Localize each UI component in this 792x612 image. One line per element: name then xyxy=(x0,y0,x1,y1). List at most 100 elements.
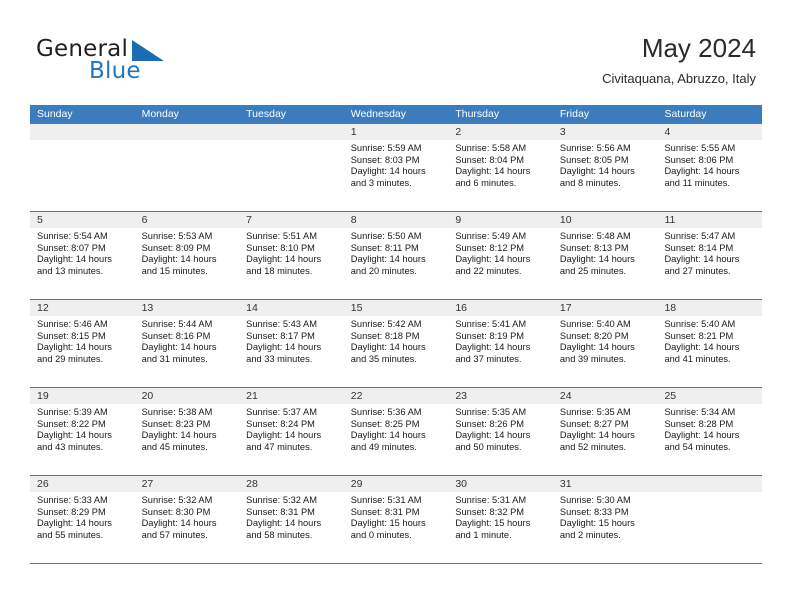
week-row: 26 Sunrise: 5:33 AM Sunset: 8:29 PM Dayligh… xyxy=(30,476,763,564)
day-number: 5 xyxy=(30,212,135,228)
day-cell[interactable]: 28 Sunrise: 5:32 AM Sunset: 8:31 PM Dayligh… xyxy=(239,476,344,563)
calendar-page: General Blue May 2024 Civitaquana, Abruz… xyxy=(0,0,792,612)
sunrise-text: Sunrise: 5:30 AM xyxy=(559,495,631,505)
day-number xyxy=(657,476,763,492)
daylight-text-line2: and 0 minutes. xyxy=(350,529,412,540)
sunset-text: Sunset: 8:05 PM xyxy=(559,154,629,165)
day-cell[interactable]: 1 Sunrise: 5:59 AM Sunset: 8:03 PM Daylight… xyxy=(343,124,449,211)
day-details: Sunrise: 5:58 AM Sunset: 8:04 PM Daylight:… xyxy=(448,140,553,189)
sunrise-text: Sunrise: 5:34 AM xyxy=(664,407,736,417)
day-number: 15 xyxy=(343,300,449,316)
sunset-text: Sunset: 8:33 PM xyxy=(559,506,629,517)
dow-header-monday: Monday xyxy=(141,108,179,120)
day-cell[interactable]: 24 Sunrise: 5:35 AM Sunset: 8:27 PM Dayligh… xyxy=(552,388,658,475)
day-cell[interactable]: 21 Sunrise: 5:37 AM Sunset: 8:24 PM Dayligh… xyxy=(239,388,344,475)
day-cell[interactable]: 30 Sunrise: 5:31 AM Sunset: 8:32 PM Dayligh… xyxy=(448,476,553,563)
daylight-text-line1: Daylight: 14 hours xyxy=(37,342,112,353)
sunset-text: Sunset: 8:22 PM xyxy=(37,418,106,429)
sunset-text: Sunset: 8:10 PM xyxy=(246,242,315,253)
daylight-text-line2: and 49 minutes. xyxy=(350,441,417,452)
day-cell[interactable]: 27 Sunrise: 5:32 AM Sunset: 8:30 PM Dayligh… xyxy=(134,476,240,563)
sunset-text: Sunset: 8:30 PM xyxy=(141,506,211,517)
daylight-text-line2: and 57 minutes. xyxy=(141,529,208,540)
day-cell[interactable]: 4 Sunrise: 5:55 AM Sunset: 8:06 PM Daylight… xyxy=(657,124,763,211)
day-cell[interactable]: 13 Sunrise: 5:44 AM Sunset: 8:16 PM Dayligh… xyxy=(134,300,240,387)
sunrise-text: Sunrise: 5:44 AM xyxy=(141,319,213,329)
sunrise-text: Sunrise: 5:40 AM xyxy=(664,319,736,329)
daylight-text-line2: and 54 minutes. xyxy=(664,441,731,452)
daylight-text-line2: and 29 minutes. xyxy=(37,353,104,364)
day-number: 23 xyxy=(448,388,553,404)
day-number: 17 xyxy=(552,300,658,316)
day-cell[interactable]: 3 Sunrise: 5:56 AM Sunset: 8:05 PM Daylight… xyxy=(552,124,658,211)
day-details: Sunrise: 5:49 AM Sunset: 8:12 PM Daylight:… xyxy=(448,228,553,277)
daylight-text-line2: and 15 minutes. xyxy=(141,265,208,276)
day-number: 6 xyxy=(134,212,240,228)
sunset-text: Sunset: 8:31 PM xyxy=(350,506,420,517)
day-number: 9 xyxy=(448,212,553,228)
day-cell[interactable]: 16 Sunrise: 5:41 AM Sunset: 8:19 PM Dayligh… xyxy=(448,300,553,387)
sunset-text: Sunset: 8:28 PM xyxy=(664,418,734,429)
day-cell[interactable]: 26 Sunrise: 5:33 AM Sunset: 8:29 PM Dayligh… xyxy=(30,476,135,563)
day-number: 19 xyxy=(30,388,135,404)
day-cell[interactable]: 23 Sunrise: 5:35 AM Sunset: 8:26 PM Dayligh… xyxy=(448,388,553,475)
daylight-text-line2: and 20 minutes. xyxy=(350,265,417,276)
day-number: 30 xyxy=(448,476,553,492)
sunrise-text: Sunrise: 5:48 AM xyxy=(559,231,631,241)
day-cell[interactable]: 2 Sunrise: 5:58 AM Sunset: 8:04 PM Daylight… xyxy=(448,124,553,211)
day-details: Sunrise: 5:47 AM Sunset: 8:14 PM Daylight:… xyxy=(657,228,762,277)
day-details: Sunrise: 5:37 AM Sunset: 8:24 PM Daylight:… xyxy=(239,404,344,453)
daylight-text-line1: Daylight: 15 hours xyxy=(559,518,635,529)
day-cell[interactable]: 6 Sunrise: 5:53 AM Sunset: 8:09 PM Daylight… xyxy=(134,212,240,299)
day-cell-empty xyxy=(30,124,135,211)
daylight-text-line1: Daylight: 15 hours xyxy=(455,518,531,529)
day-number: 12 xyxy=(30,300,135,316)
day-number: 1 xyxy=(343,124,449,140)
day-cell[interactable]: 20 Sunrise: 5:38 AM Sunset: 8:23 PM Dayligh… xyxy=(134,388,240,475)
sunrise-text: Sunrise: 5:31 AM xyxy=(455,495,527,505)
sunrise-text: Sunrise: 5:59 AM xyxy=(350,143,422,153)
day-details: Sunrise: 5:40 AM Sunset: 8:21 PM Daylight:… xyxy=(657,316,762,365)
day-cell[interactable]: 25 Sunrise: 5:34 AM Sunset: 8:28 PM Dayligh… xyxy=(657,388,763,475)
day-number: 8 xyxy=(343,212,449,228)
general-blue-logo[interactable]: General Blue xyxy=(36,36,246,88)
day-cell[interactable]: 19 Sunrise: 5:39 AM Sunset: 8:22 PM Dayligh… xyxy=(30,388,135,475)
sunset-text: Sunset: 8:14 PM xyxy=(664,242,734,253)
day-cell[interactable]: 12 Sunrise: 5:46 AM Sunset: 8:15 PM Dayligh… xyxy=(30,300,135,387)
day-cell[interactable]: 8 Sunrise: 5:50 AM Sunset: 8:11 PM Daylight… xyxy=(343,212,449,299)
daylight-text-line2: and 27 minutes. xyxy=(664,265,731,276)
day-details: Sunrise: 5:33 AM Sunset: 8:29 PM Daylight:… xyxy=(30,492,135,541)
day-details: Sunrise: 5:35 AM Sunset: 8:27 PM Daylight:… xyxy=(553,404,658,453)
dow-header-thursday: Thursday xyxy=(455,108,500,120)
daylight-text-line1: Daylight: 14 hours xyxy=(246,342,322,353)
sunset-text: Sunset: 8:03 PM xyxy=(350,154,420,165)
daylight-text-line2: and 25 minutes. xyxy=(559,265,627,276)
daylight-text-line1: Daylight: 14 hours xyxy=(246,518,322,529)
sunset-text: Sunset: 8:11 PM xyxy=(350,242,419,253)
day-details: Sunrise: 5:31 AM Sunset: 8:31 PM Daylight:… xyxy=(344,492,449,541)
daylight-text-line1: Daylight: 14 hours xyxy=(664,342,740,353)
day-cell[interactable]: 7 Sunrise: 5:51 AM Sunset: 8:10 PM Daylight… xyxy=(239,212,344,299)
day-cell[interactable]: 17 Sunrise: 5:40 AM Sunset: 8:20 PM Dayligh… xyxy=(552,300,658,387)
day-cell[interactable]: 31 Sunrise: 5:30 AM Sunset: 8:33 PM Dayligh… xyxy=(552,476,658,563)
day-details: Sunrise: 5:30 AM Sunset: 8:33 PM Daylight:… xyxy=(553,492,658,541)
day-cell[interactable]: 10 Sunrise: 5:48 AM Sunset: 8:13 PM Dayligh… xyxy=(552,212,658,299)
sunset-text: Sunset: 8:07 PM xyxy=(37,242,106,253)
dow-header-saturday: Saturday xyxy=(664,108,707,120)
daylight-text-line2: and 45 minutes. xyxy=(141,441,208,452)
day-cell[interactable]: 14 Sunrise: 5:43 AM Sunset: 8:17 PM Dayligh… xyxy=(239,300,344,387)
sunrise-text: Sunrise: 5:39 AM xyxy=(37,407,108,417)
daylight-text-line1: Daylight: 14 hours xyxy=(559,342,635,353)
day-cell[interactable]: 9 Sunrise: 5:49 AM Sunset: 8:12 PM Daylight… xyxy=(448,212,553,299)
day-cell[interactable]: 22 Sunrise: 5:36 AM Sunset: 8:25 PM Dayligh… xyxy=(343,388,449,475)
day-cell[interactable]: 18 Sunrise: 5:40 AM Sunset: 8:21 PM Dayligh… xyxy=(657,300,763,387)
daylight-text-line1: Daylight: 14 hours xyxy=(455,342,531,353)
day-cell[interactable]: 5 Sunrise: 5:54 AM Sunset: 8:07 PM Daylight… xyxy=(30,212,135,299)
day-cell[interactable]: 11 Sunrise: 5:47 AM Sunset: 8:14 PM Dayligh… xyxy=(657,212,763,299)
day-number: 24 xyxy=(552,388,658,404)
day-details: Sunrise: 5:59 AM Sunset: 8:03 PM Daylight:… xyxy=(344,140,449,189)
day-cell[interactable]: 15 Sunrise: 5:42 AM Sunset: 8:18 PM Dayligh… xyxy=(343,300,449,387)
day-details: Sunrise: 5:31 AM Sunset: 8:32 PM Daylight:… xyxy=(448,492,553,541)
day-cell[interactable]: 29 Sunrise: 5:31 AM Sunset: 8:31 PM Dayligh… xyxy=(343,476,449,563)
daylight-text-line1: Daylight: 14 hours xyxy=(350,430,426,441)
